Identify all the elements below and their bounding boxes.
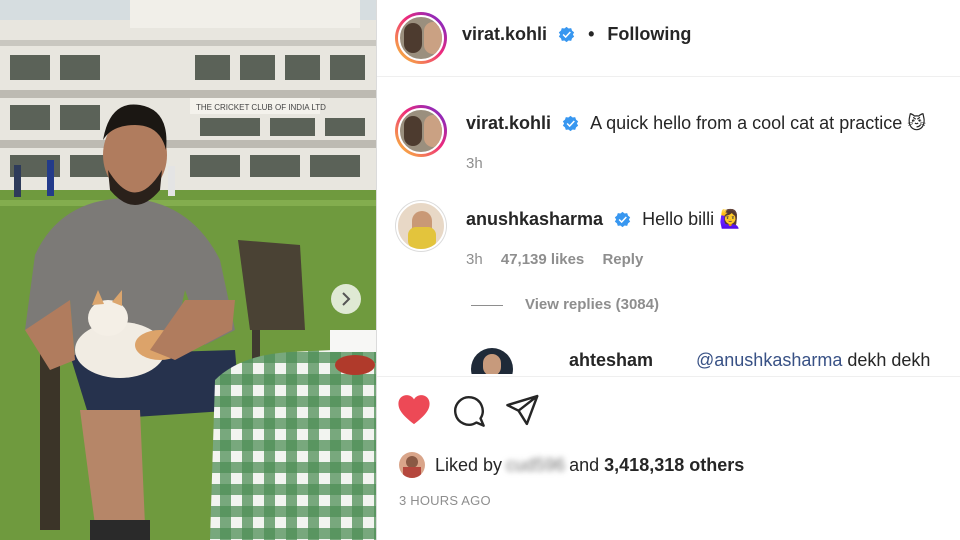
share-button[interactable]: [505, 394, 539, 431]
carousel-next-button[interactable]: [331, 284, 361, 314]
separator-dot: •: [588, 24, 595, 44]
actions-divider: [377, 376, 960, 377]
liked-by-label: Liked by: [435, 454, 503, 475]
reply-text: dekh dekh: [847, 350, 931, 370]
liker-avatar[interactable]: [399, 452, 425, 478]
comment-text: Hello billi 🙋‍♀️: [642, 209, 742, 229]
following-button[interactable]: Following: [607, 24, 691, 44]
comment-button[interactable]: [452, 394, 485, 432]
view-replies-button[interactable]: View replies (3084): [471, 296, 659, 313]
caption-age: 3h: [466, 155, 483, 172]
verified-badge-icon: [562, 115, 579, 132]
commenter-avatar[interactable]: [395, 200, 447, 252]
comment-bubble-icon: [454, 396, 485, 427]
reply-username[interactable]: ahtesham: [569, 350, 653, 371]
photo-illustration: THE CRICKET CLUB OF INDIA LTD: [0, 0, 376, 540]
caption-username[interactable]: virat.kohli: [466, 113, 551, 133]
reply-item: ahtesham @anushkasharma dekh dekh: [377, 346, 960, 374]
caption-text: A quick hello from a cool cat at practic…: [590, 113, 926, 133]
paper-plane-icon: [506, 394, 539, 426]
post-caption: virat.kohli A quick hello from a cool ca…: [377, 95, 960, 185]
caption-author-avatar[interactable]: [395, 105, 447, 157]
replies-divider-line: [471, 304, 503, 306]
building-sign: THE CRICKET CLUB OF INDIA LTD: [196, 103, 326, 112]
reply-mention-link[interactable]: @anushkasharma: [696, 350, 842, 370]
comment-reply-button[interactable]: Reply: [602, 251, 643, 268]
blurred-liker-username[interactable]: cud596: [506, 455, 565, 476]
post-sidebar: virat.kohli • Following virat.kohli A qu…: [377, 0, 960, 540]
verified-badge-icon: [558, 26, 575, 43]
view-replies-label: View replies (3084): [525, 296, 659, 313]
commenter-username[interactable]: anushkasharma: [466, 209, 603, 229]
likes-summary: Liked by cud596 and 3,418,318 others: [399, 452, 744, 478]
author-username[interactable]: virat.kohli: [462, 24, 547, 44]
comment-age: 3h: [466, 251, 483, 268]
reply-avatar[interactable]: [471, 348, 513, 374]
verified-badge-icon: [614, 211, 631, 228]
author-avatar[interactable]: [395, 12, 447, 64]
post-photo[interactable]: THE CRICKET CLUB OF INDIA LTD: [0, 0, 376, 540]
heart-filled-icon: [398, 395, 430, 425]
comment-likes-link[interactable]: 47,139 likes: [501, 251, 584, 268]
like-button[interactable]: [397, 394, 431, 431]
chevron-right-icon: [342, 292, 351, 306]
likes-count-link[interactable]: 3,418,318 others: [604, 455, 744, 476]
post-timestamp: 3 HOURS AGO: [399, 493, 491, 508]
likes-conjunction: and: [569, 454, 600, 475]
comment-item: anushkasharma Hello billi 🙋‍♀️ 3h 47,139…: [377, 195, 960, 285]
post-header: virat.kohli • Following: [377, 0, 960, 77]
